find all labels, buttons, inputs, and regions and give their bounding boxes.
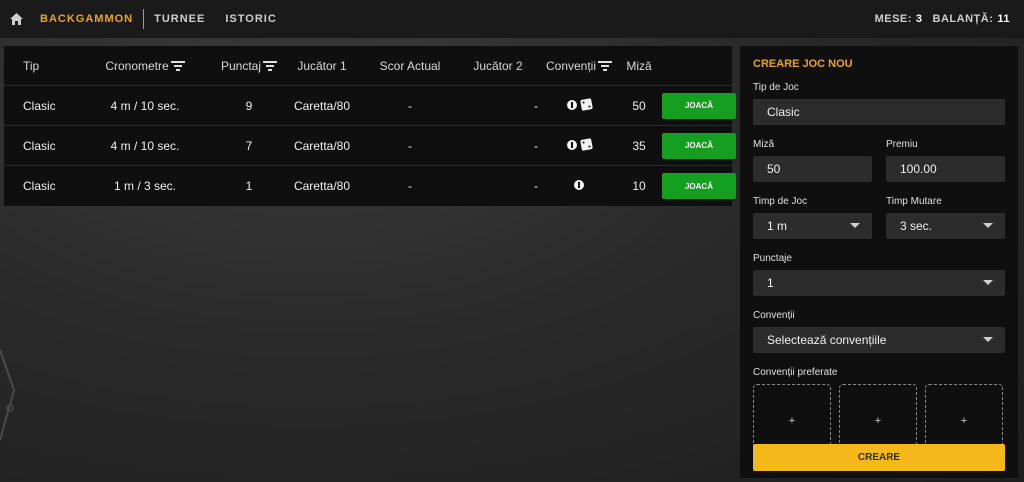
- header-scor: Scor Actual: [379, 58, 441, 73]
- conventii-value: Selectează convențiile: [767, 333, 887, 347]
- header-conventii[interactable]: Convenții: [542, 59, 616, 73]
- header-cronometre-label: Cronometre: [105, 58, 169, 73]
- nav-turnee[interactable]: TURNEE: [144, 10, 215, 28]
- header-cronometre[interactable]: Cronometre: [70, 59, 220, 73]
- cell-jucator1: Caretta/80: [293, 98, 351, 113]
- header-jucator2: Jucător 2: [473, 58, 523, 73]
- home-icon[interactable]: [2, 0, 30, 38]
- cell-jucator1: Caretta/80: [293, 138, 351, 153]
- play-button[interactable]: JOACĂ: [662, 173, 736, 199]
- table-row: Clasic 4 m / 10 sec. 7 Caretta/80 - - 35…: [4, 126, 736, 166]
- cell-punctaj: 1: [245, 179, 253, 193]
- cell-scor: -: [408, 179, 412, 193]
- balanta-label: BALANȚĂ:: [932, 13, 994, 25]
- punctaje-label: Punctaje: [753, 253, 792, 264]
- play-button[interactable]: JOACĂ: [662, 132, 736, 159]
- conventii-select[interactable]: Selectează convențiile: [753, 327, 1005, 353]
- punctaje-select[interactable]: 1: [753, 270, 1005, 296]
- timp-joc-select[interactable]: 1 m: [753, 213, 872, 239]
- filter-icon[interactable]: [263, 61, 278, 72]
- conventii-label: Convenții: [753, 310, 795, 321]
- cell-scor: -: [408, 98, 412, 113]
- cell-tip: Clasic: [23, 179, 56, 193]
- play-button[interactable]: JOACĂ: [662, 92, 736, 119]
- account-stats: MESE: 3 BALANȚĂ: 11: [875, 0, 1010, 38]
- create-game-panel: CREARE JOC NOU Tip de Joc Clasic Miză 50…: [740, 46, 1018, 478]
- cell-conventii: [542, 98, 616, 113]
- nav-istoric[interactable]: ISTORIC: [215, 10, 286, 28]
- header-miza: Miză: [626, 58, 652, 73]
- header-conventii-label: Convenții: [545, 58, 597, 73]
- cell-miza: 50: [632, 98, 646, 113]
- cell-scor: -: [408, 138, 412, 153]
- board-decoration: [0, 349, 16, 441]
- create-panel-title: CREARE JOC NOU: [753, 58, 853, 70]
- coin-icon: [574, 180, 584, 190]
- cell-jucator1: Caretta/80: [293, 179, 351, 193]
- cell-miza: 10: [632, 179, 646, 193]
- timp-joc-value: 1 m: [767, 219, 788, 233]
- chevron-down-icon: [983, 280, 993, 285]
- dice-icon: [579, 98, 593, 111]
- table-row: Clasic 1 m / 3 sec. 1 Caretta/80 - - 10 …: [4, 166, 736, 206]
- header-punctaj[interactable]: Punctaj: [220, 59, 278, 73]
- timp-mutare-label: Timp Mutare: [886, 196, 942, 207]
- cell-punctaj: 9: [245, 98, 253, 113]
- filter-icon[interactable]: [598, 61, 613, 72]
- table-header: Tip Cronometre Punctaj Jucător 1 Scor Ac…: [4, 46, 732, 86]
- filter-icon[interactable]: [170, 61, 185, 72]
- cell-tip: Clasic: [23, 98, 56, 113]
- nav-backgammon[interactable]: BACKGAMMON: [30, 10, 143, 28]
- header-punctaj-label: Punctaj: [220, 58, 262, 73]
- cell-cronometre: 4 m / 10 sec.: [110, 138, 180, 153]
- timp-joc-label: Timp de Joc: [753, 196, 808, 207]
- cell-jucator2: -: [534, 179, 538, 193]
- chevron-down-icon: [850, 223, 860, 228]
- mese-label: MESE:: [874, 13, 912, 25]
- premiu-field: 100.00: [886, 156, 1005, 182]
- cell-punctaj: 7: [245, 138, 253, 153]
- dice-icon: [579, 138, 593, 151]
- cell-cronometre: 4 m / 10 sec.: [110, 98, 180, 113]
- table-row: Clasic 4 m / 10 sec. 9 Caretta/80 - - 50…: [4, 86, 736, 126]
- coin-icon: [566, 139, 577, 150]
- cell-conventii: [542, 179, 616, 193]
- punctaje-value: 1: [767, 276, 774, 290]
- miza-label: Miză: [753, 139, 775, 150]
- chevron-down-icon: [983, 337, 993, 342]
- cell-conventii: [542, 138, 616, 153]
- chevron-down-icon: [983, 223, 993, 228]
- games-table: Tip Cronometre Punctaj Jucător 1 Scor Ac…: [4, 46, 736, 206]
- timp-mutare-value: 3 sec.: [900, 219, 933, 233]
- coin-icon: [566, 99, 577, 110]
- header-jucator1: Jucător 1: [297, 58, 347, 73]
- balanta-value: 11: [997, 13, 1010, 25]
- header-tip: Tip: [23, 58, 40, 73]
- tip-joc-label: Tip de Joc: [753, 82, 799, 93]
- cell-tip: Clasic: [23, 138, 56, 153]
- premiu-label: Premiu: [886, 139, 918, 150]
- cell-miza: 35: [632, 138, 646, 153]
- timp-mutare-select[interactable]: 3 sec.: [886, 213, 1005, 239]
- tip-joc-field[interactable]: Clasic: [753, 99, 1005, 125]
- miza-input[interactable]: 50: [753, 156, 872, 182]
- create-button[interactable]: CREARE: [753, 444, 1005, 471]
- conventii-preferate-label: Convenții preferate: [753, 367, 838, 378]
- cell-jucator2: -: [534, 98, 538, 113]
- cell-cronometre: 1 m / 3 sec.: [113, 179, 177, 193]
- top-navigation: BACKGAMMON TURNEE ISTORIC MESE: 3 BALANȚ…: [0, 0, 1024, 38]
- cell-jucator2: -: [534, 138, 538, 153]
- mese-value: 3: [915, 13, 923, 25]
